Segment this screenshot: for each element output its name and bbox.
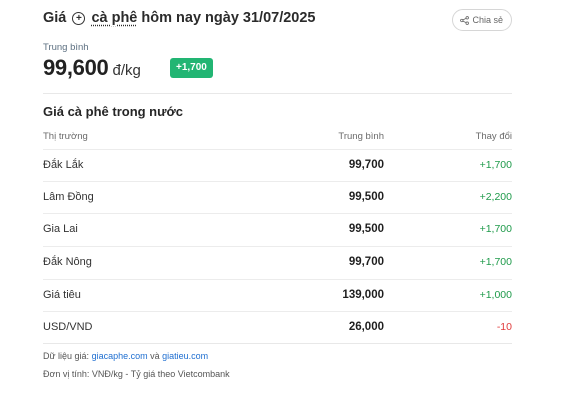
title-prefix: Giá	[43, 10, 67, 26]
table-row: Đắk Lắk 99,700 +1,700	[43, 149, 512, 182]
market-name: Lâm Đồng	[43, 191, 94, 203]
table-row: Lâm Đồng 99,500 +2,200	[43, 181, 512, 214]
table-bottom-divider	[43, 343, 512, 344]
table-row: Đắk Nông 99,700 +1,700	[43, 246, 512, 279]
market-average: 99,500	[348, 191, 384, 203]
average-unit: đ/kg	[112, 62, 141, 79]
market-change: +1,000	[479, 289, 512, 301]
title-keyword-link[interactable]: cà phê	[91, 10, 137, 26]
market-change: +1,700	[479, 223, 512, 235]
source-label: Dữ liệu giá:	[43, 351, 90, 361]
share-button[interactable]: Chia sẻ	[452, 9, 512, 31]
table-row: Gia Lai 99,500 +1,700	[43, 213, 512, 246]
market-name: Giá tiêu	[43, 289, 81, 301]
source-link-giacaphe[interactable]: giacaphe.com	[92, 351, 148, 361]
market-average: 99,700	[348, 256, 384, 268]
market-average: 99,500	[348, 223, 384, 235]
share-icon	[460, 15, 470, 25]
average-price: 99,600 đ/kg	[43, 55, 141, 83]
data-source-note: Dữ liệu giá: giacaphe.com và giatieu.com	[43, 351, 208, 361]
market-name: Đắk Nông	[43, 256, 92, 268]
market-name: USD/VND	[43, 321, 93, 333]
unit-note: Đơn vị tính: VNĐ/kg - Tỷ giá theo Vietco…	[43, 369, 230, 379]
column-header-market: Thị trường	[43, 131, 88, 142]
market-change: +1,700	[479, 256, 512, 268]
add-circle-icon[interactable]: +	[72, 12, 86, 25]
table-row: Giá tiêu 139,000 +1,000	[43, 279, 512, 312]
source-link-giatieu[interactable]: giatieu.com	[162, 351, 208, 361]
market-name: Đắk Lắk	[43, 159, 84, 171]
column-header-average: Trung bình	[338, 131, 384, 142]
average-value: 99,600	[43, 55, 109, 80]
market-average: 99,700	[348, 159, 384, 171]
share-label: Chia sẻ	[472, 15, 503, 25]
header: Giá + cà phê hôm nay ngày 31/07/2025 Chi…	[43, 9, 512, 31]
market-change: -10	[496, 321, 512, 333]
title-suffix: hôm nay ngày 31/07/2025	[141, 10, 316, 26]
market-average: 26,000	[348, 321, 384, 333]
table-row: USD/VND 26,000 -10	[43, 311, 512, 344]
change-badge: +1,700	[170, 58, 213, 78]
column-header-change: Thay đổi	[475, 131, 512, 142]
divider	[43, 93, 512, 94]
market-average: 139,000	[342, 289, 384, 301]
market-change: +1,700	[479, 159, 512, 171]
market-change: +2,200	[479, 191, 512, 203]
page-title: Giá + cà phê hôm nay ngày 31/07/2025	[43, 10, 316, 26]
average-label: Trung bình	[43, 42, 89, 53]
section-title: Giá cà phê trong nước	[43, 104, 184, 119]
market-name: Gia Lai	[43, 223, 78, 235]
source-and: và	[150, 351, 160, 361]
